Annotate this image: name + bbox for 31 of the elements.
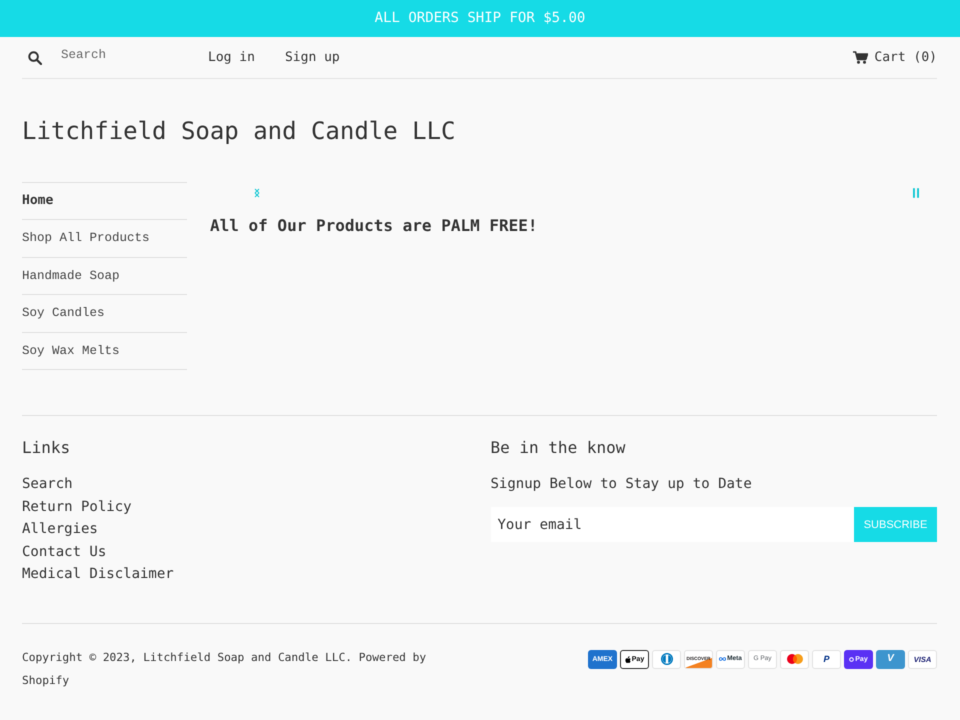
sidebar-link[interactable]: Soy Wax Melts (22, 332, 187, 370)
overlapping-circles-icon (786, 654, 802, 664)
footer-link[interactable]: Medical Disclaimer (22, 563, 174, 586)
sidebar-link[interactable]: Soy Candles (22, 294, 187, 332)
cart-icon[interactable] (853, 51, 868, 64)
footer-link[interactable]: Allergies (22, 518, 98, 541)
announcement-bar: ALL ORDERS SHIP FOR $5.00 (0, 0, 960, 37)
search-icon[interactable] (28, 50, 42, 64)
infinity-icon (719, 657, 726, 662)
cart-link[interactable]: Cart (0) (874, 48, 937, 68)
footer-link[interactable]: Contact Us (22, 540, 106, 564)
footer-heading: Be in the know (490, 438, 626, 458)
footer-link[interactable]: Search (22, 473, 73, 496)
sidebar-link[interactable]: Home (22, 182, 187, 220)
footer-heading: Links (22, 438, 70, 458)
sidebar-link[interactable]: Shop All Products (22, 219, 187, 257)
split-circle-icon (660, 653, 672, 666)
payment-logo: P (812, 650, 841, 669)
payment-logo: V (876, 650, 905, 669)
apple-icon (624, 656, 631, 663)
site-title[interactable]: Litchfield Soap and Candle LLC (22, 117, 456, 146)
email-field[interactable]: Your email (490, 507, 854, 542)
header-link[interactable]: Sign up (284, 48, 340, 68)
header-link[interactable]: Log in (208, 48, 255, 68)
newsletter-text: Signup Below to Stay up to Date (490, 475, 752, 494)
search-field[interactable]: Search (61, 45, 189, 66)
footer-link[interactable]: Return Policy (22, 496, 132, 518)
copyright-text: Copyright © 2023, Litchfield Soap and Candle LLC. Powered by Shopify (22, 650, 428, 689)
page-heading: All of Our Products are PALM FREE! (210, 216, 538, 237)
sidebar-link[interactable]: Handmade Soap (22, 256, 187, 294)
ring-icon (849, 656, 854, 662)
